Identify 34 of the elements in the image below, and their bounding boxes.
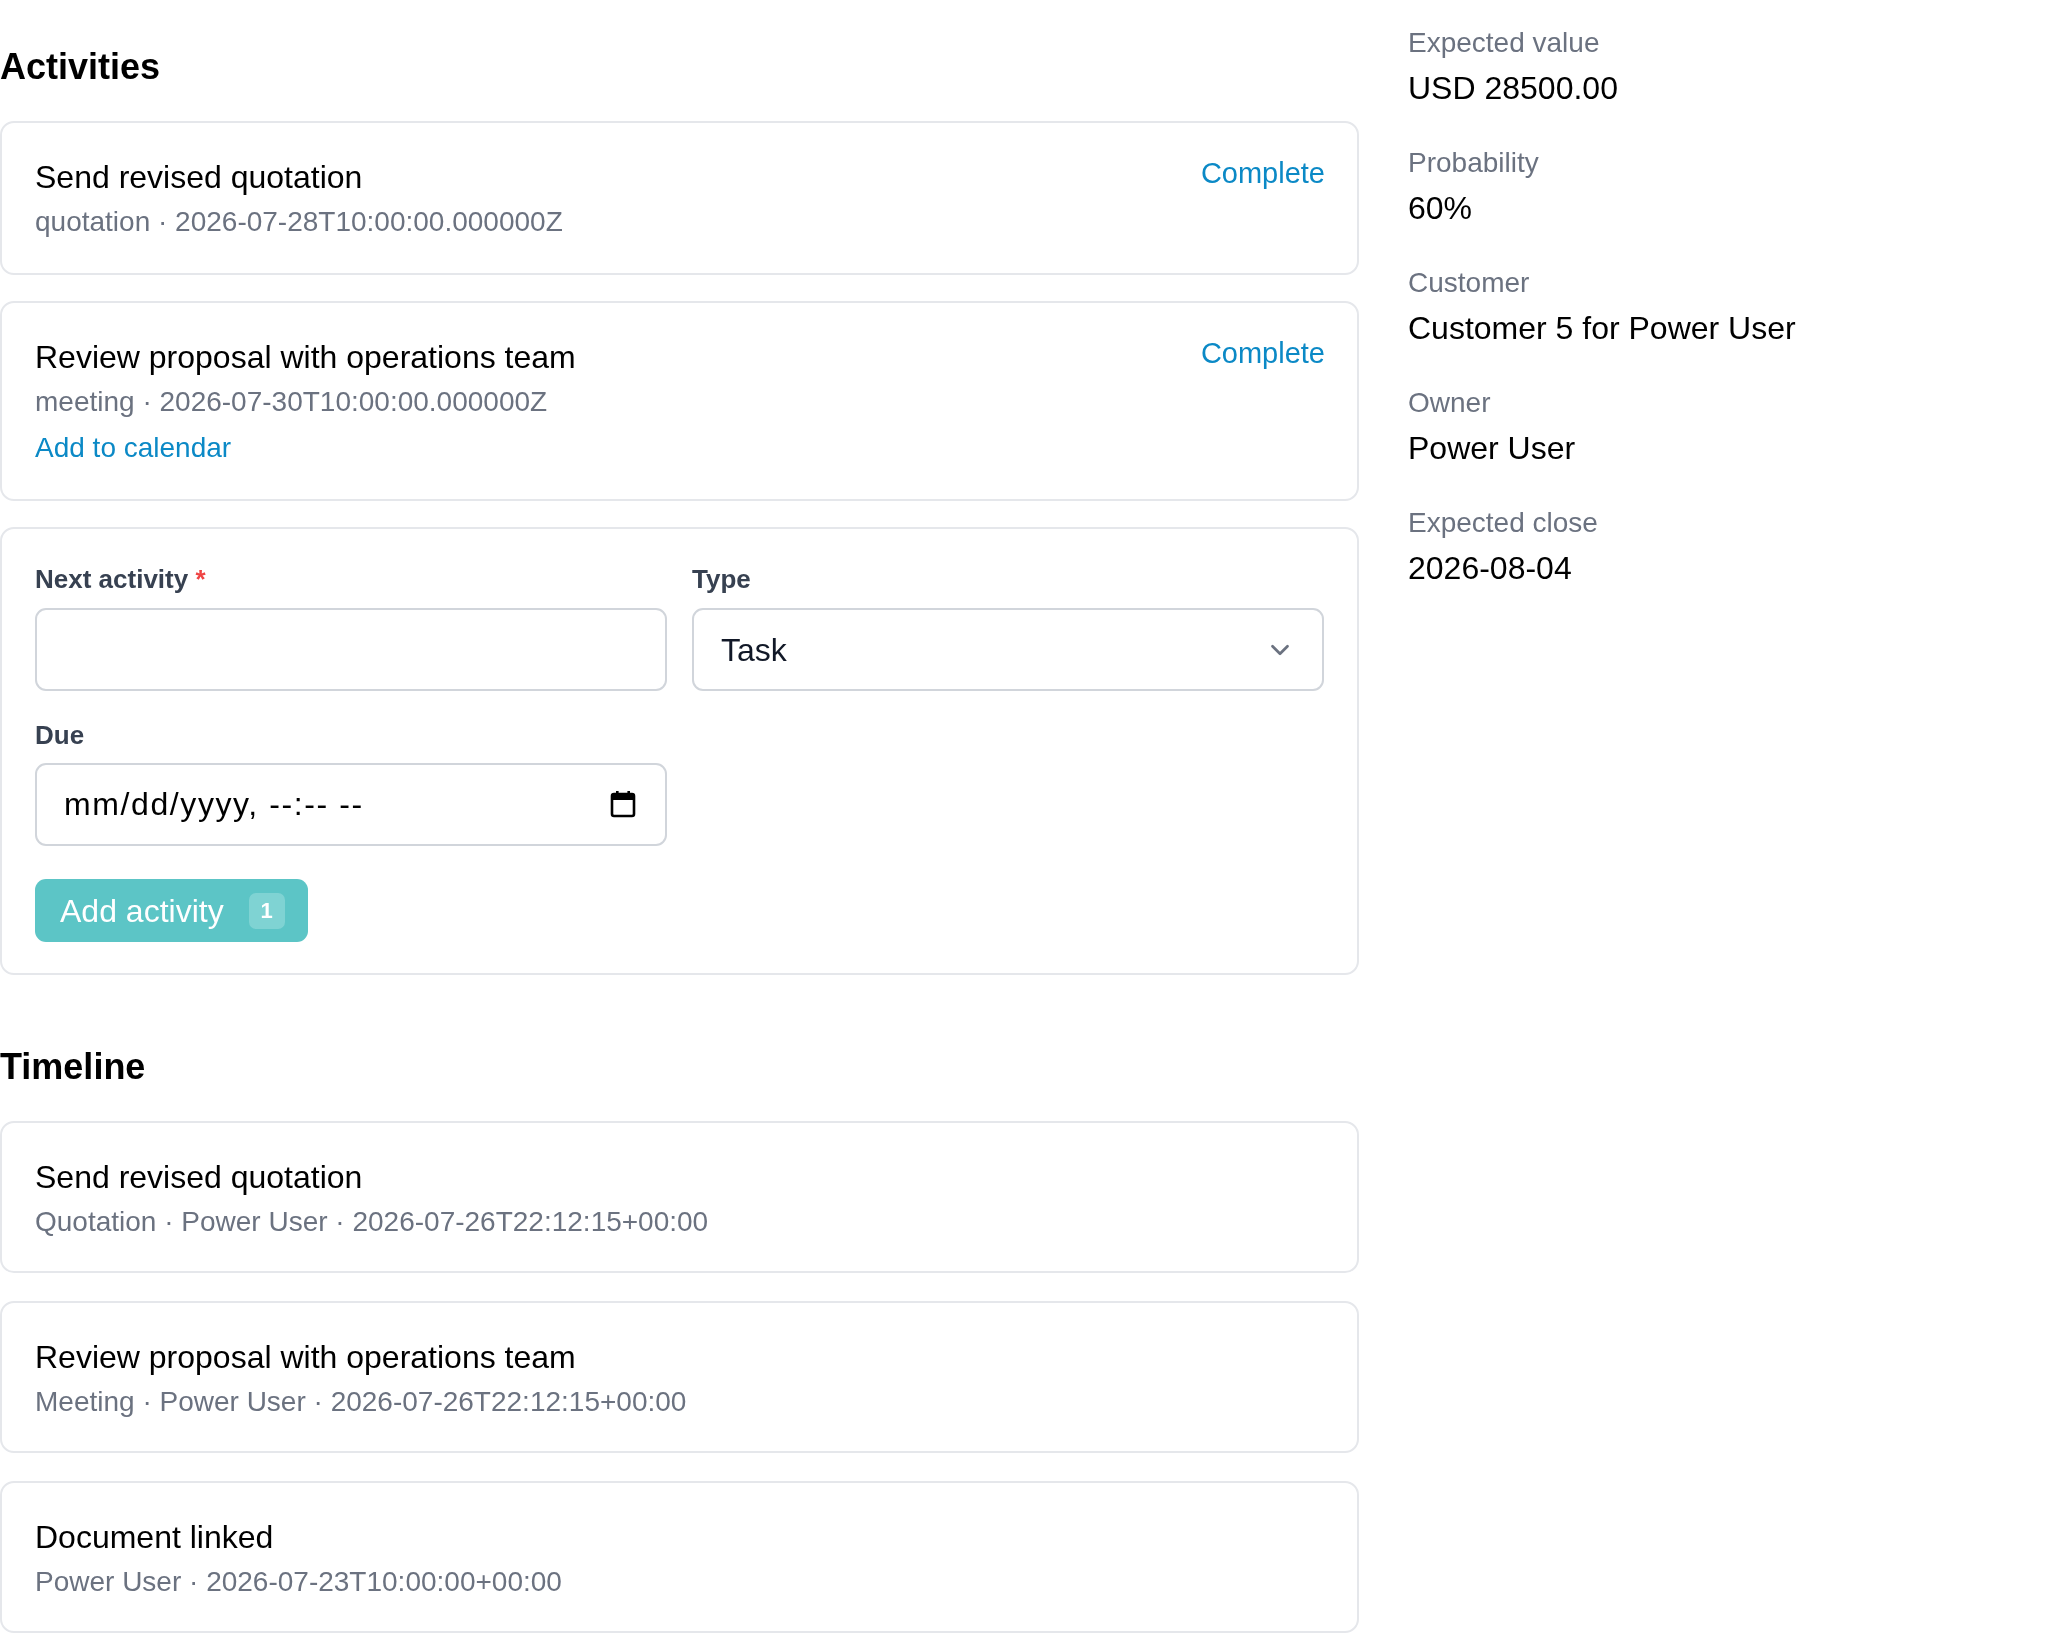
detail-value: USD 28500.00	[1408, 69, 1618, 108]
timeline-meta: Meeting · Power User · 2026-07-26T22:12:15+00:00	[35, 1385, 687, 1419]
add-activity-button[interactable]: Add activity 1	[35, 879, 308, 942]
detail-label: Owner	[1408, 386, 1491, 420]
count-badge: 1	[248, 892, 285, 929]
next-activity-input[interactable]	[35, 608, 667, 691]
detail-value: 60%	[1408, 189, 1473, 228]
timeline-title: Document linked	[35, 1518, 274, 1557]
field-label: Next activity *	[35, 563, 206, 596]
detail-value: 2026-08-04	[1408, 549, 1572, 588]
type-select[interactable]: Task	[692, 608, 1324, 691]
timeline-title: Review proposal with operations team	[35, 1338, 576, 1377]
due-date-input[interactable]: mm/dd/yyyy, --:-- --	[35, 763, 667, 846]
field-label: Type	[692, 563, 751, 596]
complete-link[interactable]: Complete	[1200, 155, 1325, 191]
timeline-title: Send revised quotation	[35, 1158, 363, 1197]
activity-meta: meeting · 2026-07-30T10:00:00.000000Z	[35, 385, 548, 419]
add-to-calendar-link[interactable]: Add to calendar	[35, 428, 232, 468]
detail-value: Power User	[1408, 429, 1576, 468]
section-heading: Timeline	[0, 1045, 146, 1089]
activity-title: Review proposal with operations team	[35, 338, 576, 377]
complete-link[interactable]: Complete	[1200, 335, 1325, 371]
timeline-meta: Power User · 2026-07-23T10:00:00+00:00	[35, 1565, 562, 1599]
section-heading: Activities	[0, 45, 161, 89]
detail-label: Expected close	[1408, 506, 1598, 540]
calendar-icon[interactable]	[610, 790, 636, 818]
detail-label: Customer	[1408, 266, 1530, 300]
field-label: Due	[35, 719, 85, 752]
detail-label: Expected value	[1408, 26, 1600, 60]
detail-label: Probability	[1408, 146, 1539, 180]
detail-value: Customer 5 for Power User	[1408, 309, 1796, 348]
timeline-meta: Quotation · Power User · 2026-07-26T22:12:15+00:00	[35, 1205, 709, 1239]
activity-title: Send revised quotation	[35, 158, 363, 197]
activity-meta: quotation · 2026-07-28T10:00:00.000000Z	[35, 205, 563, 239]
